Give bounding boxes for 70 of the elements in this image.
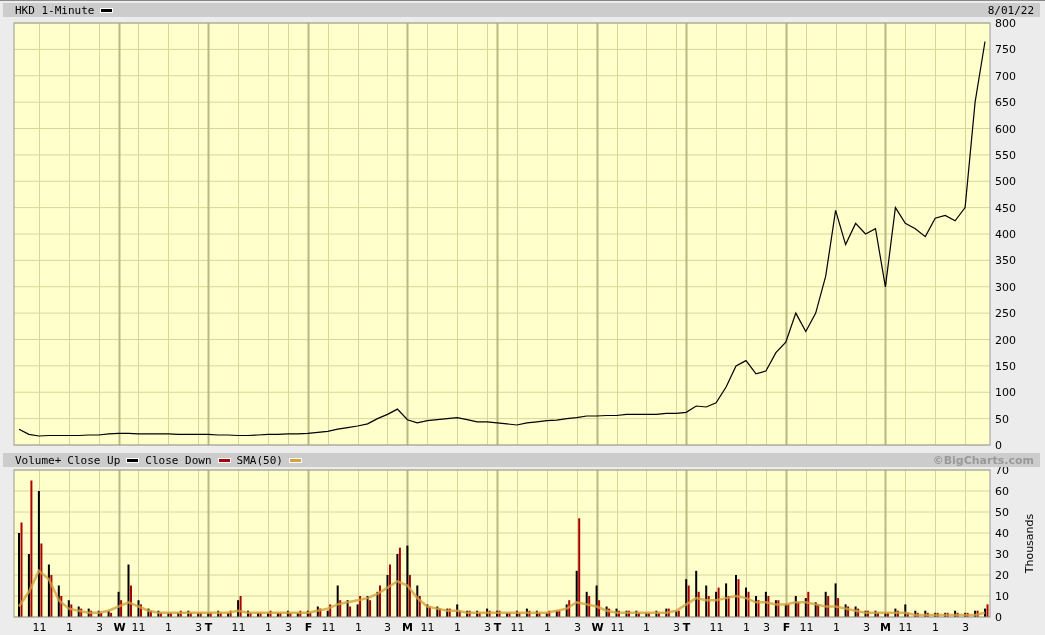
axis-label: 400 xyxy=(995,228,1016,241)
axis-label: F xyxy=(782,621,791,634)
axis-label: 300 xyxy=(995,280,1016,294)
axis-label: 3 xyxy=(285,621,292,634)
axis-label: 250 xyxy=(995,307,1016,321)
axis-label: 1 xyxy=(643,621,650,634)
axis-label: 10 xyxy=(995,590,1009,603)
axis-label: 0 xyxy=(995,611,1002,624)
axis-label: 1 xyxy=(66,621,73,634)
axis-label: 0 xyxy=(995,439,1002,452)
axis-label: 3 xyxy=(574,621,581,634)
axis-label: 1 xyxy=(454,621,461,634)
axis-label: T xyxy=(682,621,691,634)
axis-label: 150 xyxy=(995,359,1016,373)
axis-label: 600 xyxy=(995,122,1016,136)
axis-label: 3 xyxy=(484,621,491,634)
axis-label: W xyxy=(591,621,604,634)
legend-label: HKD 1-Minute xyxy=(15,3,95,17)
axis-label: 800 xyxy=(995,17,1016,30)
axis-label: 50 xyxy=(995,412,1009,426)
legend-label: SMA(50) xyxy=(236,453,283,467)
axis-label: 11 xyxy=(231,621,246,634)
axis-label: 500 xyxy=(995,175,1016,189)
axis-label: 3 xyxy=(673,621,680,634)
axis-label: 50 xyxy=(995,506,1009,519)
axis-label: 1 xyxy=(355,621,362,634)
axis-label: 11 xyxy=(799,621,814,634)
axis-label: 1 xyxy=(265,621,272,634)
axis-label: T xyxy=(204,621,213,634)
axis-label: 3 xyxy=(863,621,870,634)
axis-label: 1 xyxy=(932,621,939,634)
axis-label: M xyxy=(880,621,891,634)
axis-label: F xyxy=(304,621,313,634)
axis-label: 1 xyxy=(743,621,750,634)
axis-label: 3 xyxy=(962,621,969,634)
axis-label: 700 xyxy=(995,69,1016,83)
axis-label: 11 xyxy=(709,621,724,634)
axis-label: 650 xyxy=(995,96,1016,110)
axis-label: 3 xyxy=(384,621,391,634)
axis-label: T xyxy=(493,621,502,634)
axis-label: M xyxy=(402,621,413,634)
axis-label: 11 xyxy=(898,621,913,634)
axis-label: 11 xyxy=(610,621,625,634)
axis-label: 11 xyxy=(420,621,435,634)
axis-label: 11 xyxy=(32,621,47,634)
legend-label: Close Down xyxy=(145,453,212,467)
axis-label: 11 xyxy=(510,621,525,634)
axis-label: 1 xyxy=(544,621,551,634)
axis-label: 350 xyxy=(995,254,1016,268)
axis-label: 3 xyxy=(195,621,202,634)
axis-title: Thousands xyxy=(1023,513,1036,574)
legend-label: Close Up xyxy=(67,453,121,467)
legend-label: Volume+ xyxy=(15,453,62,467)
date-label: 8/01/22 xyxy=(987,3,1034,17)
axis-label: 1 xyxy=(833,621,840,634)
axis-label: 550 xyxy=(995,148,1016,162)
axis-label: 100 xyxy=(995,386,1016,400)
axis-label: 20 xyxy=(995,569,1009,582)
axis-label: 450 xyxy=(995,201,1016,215)
axis-label: 1 xyxy=(165,621,172,634)
axis-label: 750 xyxy=(995,43,1016,57)
axis-label: 200 xyxy=(995,333,1016,347)
axis-label: W xyxy=(113,621,126,634)
axis-label: 11 xyxy=(321,621,336,634)
axis-label: 11 xyxy=(131,621,146,634)
axis-label: 60 xyxy=(995,485,1009,498)
axis-label: 3 xyxy=(96,621,103,634)
axis-label: 30 xyxy=(995,548,1009,561)
axis-label: 40 xyxy=(995,527,1009,540)
axis-label: 3 xyxy=(763,621,770,634)
